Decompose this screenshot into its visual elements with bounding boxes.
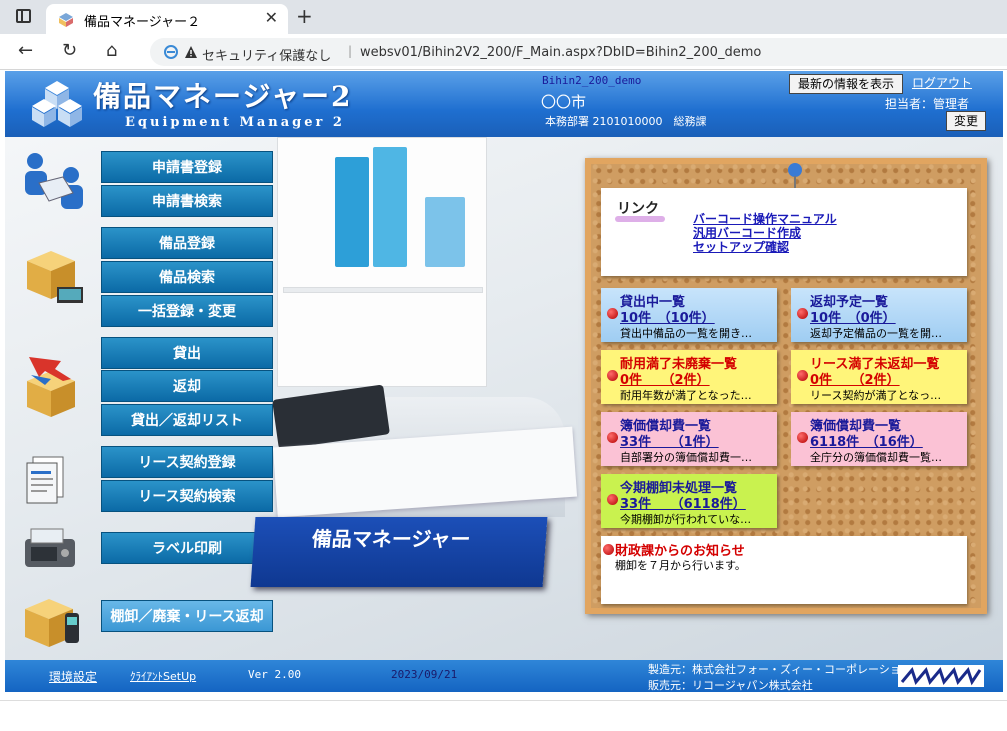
background-shelf-board — [283, 287, 483, 293]
app-subtitle: Equipment Manager 2 — [125, 115, 345, 130]
note-count[interactable]: 0件 （2件） — [620, 369, 710, 388]
home-icon[interactable]: ⌂ — [106, 40, 117, 61]
person-in-charge: 担当者：管理者 — [885, 97, 970, 111]
background-binder — [425, 197, 465, 267]
background-binder — [373, 147, 407, 267]
version-label: Ver 2.00 — [248, 668, 301, 681]
note-desc: 自部署分の簿価償却費一… — [620, 451, 752, 464]
company-logo-icon — [898, 665, 984, 687]
app-footer: 環境設定 ｸﾗｲｱﾝﾄSetUp Ver 2.00 2023/09/21 製造元… — [5, 660, 1003, 692]
link-label: リンク — [617, 201, 659, 217]
url-text: websv01/Bihin2V2_200/F_Main.aspx?DbID=Bi… — [360, 45, 762, 60]
pin-icon — [797, 370, 808, 381]
favicon-icon — [59, 13, 73, 27]
warning-icon — [185, 46, 197, 58]
inventory-disposal-button[interactable]: 棚卸／廃棄・リース返却 — [101, 600, 273, 632]
lending-list-note[interactable]: 貸出中一覧 10件 （10件） 貸出中備品の一覧を開き… — [601, 288, 777, 342]
pin-icon — [607, 370, 618, 381]
new-tab-icon[interactable]: + — [296, 4, 313, 28]
return-schedule-note[interactable]: 返却予定一覧 10件 （0件） 返却予定備品の一覧を開… — [791, 288, 967, 342]
change-button[interactable]: 変更 — [946, 111, 986, 131]
note-count[interactable]: 6118件 （16件） — [810, 431, 923, 450]
bulletin-board: リンク バーコード操作マニュアル 汎用バーコード作成 セットアップ確認 貸出中一… — [585, 158, 987, 614]
browser-tab-bar: 備品マネージャー２ ✕ + — [0, 0, 1007, 34]
lease-search-button[interactable]: リース契約検索 — [101, 480, 273, 512]
product-banner: 備品マネージャー — [250, 517, 548, 587]
note-desc: 耐用年数が満了となった… — [620, 389, 752, 402]
url-separator: | — [348, 44, 353, 58]
dept-depreciation-note[interactable]: 簿価償却費一覧 33件 （1件） 自部署分の簿価償却費一… — [601, 412, 777, 466]
note-count[interactable]: 33件 （1件） — [620, 431, 719, 450]
pin-icon — [797, 432, 808, 443]
expired-undisposed-note[interactable]: 耐用満了未廃棄一覧 0件 （2件） 耐用年数が満了となった… — [601, 350, 777, 404]
application-register-button[interactable]: 申請書登録 — [101, 151, 273, 183]
url-field[interactable]: セキュリティ保護なし | websv01/Bihin2V2_200/F_Main… — [150, 38, 1007, 66]
note-desc: 今期棚卸が行われていな… — [620, 513, 752, 526]
note-count[interactable]: 0件 （2件） — [810, 369, 900, 388]
show-latest-button[interactable]: 最新の情報を表示 — [789, 74, 903, 94]
manufacturer-label: 製造元：株式会社フォー・ズィー・コーポレーション — [648, 663, 912, 676]
equipment-search-button[interactable]: 備品検索 — [101, 261, 273, 293]
note-desc: 全庁分の簿価償却費一覧… — [810, 451, 942, 464]
all-depreciation-note[interactable]: 簿価償却費一覧 6118件 （16件） 全庁分の簿価償却費一覧… — [791, 412, 967, 466]
bulk-register-button[interactable]: 一括登録・変更 — [101, 295, 273, 327]
note-desc: 貸出中備品の一覧を開き… — [620, 327, 752, 340]
finance-notice: 財政課からのお知らせ 棚卸を７月から行います。 — [601, 536, 967, 604]
seller-label: 販売元：リコージャパン株式会社 — [648, 679, 813, 692]
finance-notice-text: 棚卸を７月から行います。 — [615, 559, 746, 572]
label-printer-icon — [25, 528, 75, 567]
client-setup-link[interactable]: ｸﾗｲｱﾝﾄSetUp — [130, 668, 196, 684]
people-desk-icon — [25, 153, 83, 209]
link-panel: リンク バーコード操作マニュアル 汎用バーコード作成 セットアップ確認 — [601, 188, 967, 276]
note-desc: 返却予定備品の一覧を開… — [810, 327, 942, 340]
address-bar-row: ← ↻ ⌂ セキュリティ保護なし | websv01/Bihin2V2_200/… — [0, 34, 1007, 70]
app-header: 備品マネージャー2 Equipment Manager 2 Bihin2_200… — [5, 71, 1003, 137]
department-info: 本務部署 2101010000 総務課 — [545, 115, 707, 128]
lease-expired-note[interactable]: リース満了未返却一覧 0件 （2件） リース契約が満了となっ… — [791, 350, 967, 404]
logout-link[interactable]: ログアウト — [912, 74, 972, 91]
pin-icon — [607, 432, 618, 443]
settings-link[interactable]: 環境設定 — [49, 668, 97, 685]
label-print-button[interactable]: ラベル印刷 — [101, 532, 273, 564]
tab-title: 備品マネージャー２ — [84, 15, 201, 30]
equipment-register-button[interactable]: 備品登録 — [101, 227, 273, 259]
pin-icon — [797, 308, 808, 319]
city-name: 〇〇市 — [541, 93, 587, 111]
inventory-pending-note[interactable]: 今期棚卸未処理一覧 33件 （6118件） 今期棚卸が行われていな… — [601, 474, 777, 528]
bottom-strip — [0, 700, 1007, 731]
application-search-button[interactable]: 申請書検索 — [101, 185, 273, 217]
back-icon[interactable]: ← — [18, 40, 33, 61]
db-id: Bihin2_200_demo — [542, 74, 642, 87]
pin-icon — [607, 494, 618, 505]
close-tab-icon[interactable]: ✕ — [265, 8, 278, 27]
cube-logo-icon — [32, 81, 82, 127]
note-count[interactable]: 10件 （0件） — [810, 307, 896, 326]
ie-icon — [164, 45, 178, 59]
main-area: 申請書登録 申請書検索 備品登録 備品検索 一括登録・変更 貸出 返却 貸出／返… — [5, 137, 1003, 660]
background-binder — [335, 157, 369, 267]
note-count[interactable]: 10件 （10件） — [620, 307, 715, 326]
inventory-scanner-icon — [25, 599, 79, 647]
note-count[interactable]: 33件 （6118件） — [620, 493, 746, 512]
pushpin-icon — [788, 163, 802, 188]
lend-button[interactable]: 貸出 — [101, 337, 273, 369]
security-warning: セキュリティ保護なし — [202, 49, 332, 64]
lease-register-button[interactable]: リース契約登録 — [101, 446, 273, 478]
box-arrows-icon — [27, 357, 75, 417]
setup-check-link[interactable]: セットアップ確認 — [693, 238, 789, 255]
pin-icon — [603, 544, 614, 555]
window-menu-icon[interactable] — [16, 9, 31, 23]
reload-icon[interactable]: ↻ — [62, 40, 77, 61]
document-icon — [26, 456, 64, 504]
date-label: 2023/09/21 — [391, 668, 458, 681]
return-button[interactable]: 返却 — [101, 370, 273, 402]
app-title: 備品マネージャー2 — [93, 80, 353, 113]
browser-tab[interactable]: 備品マネージャー２ ✕ — [46, 4, 288, 34]
note-desc: リース契約が満了となっ… — [810, 389, 942, 402]
boxes-laptop-icon — [27, 251, 83, 303]
pin-icon — [607, 308, 618, 319]
lend-return-list-button[interactable]: 貸出／返却リスト — [101, 404, 273, 436]
